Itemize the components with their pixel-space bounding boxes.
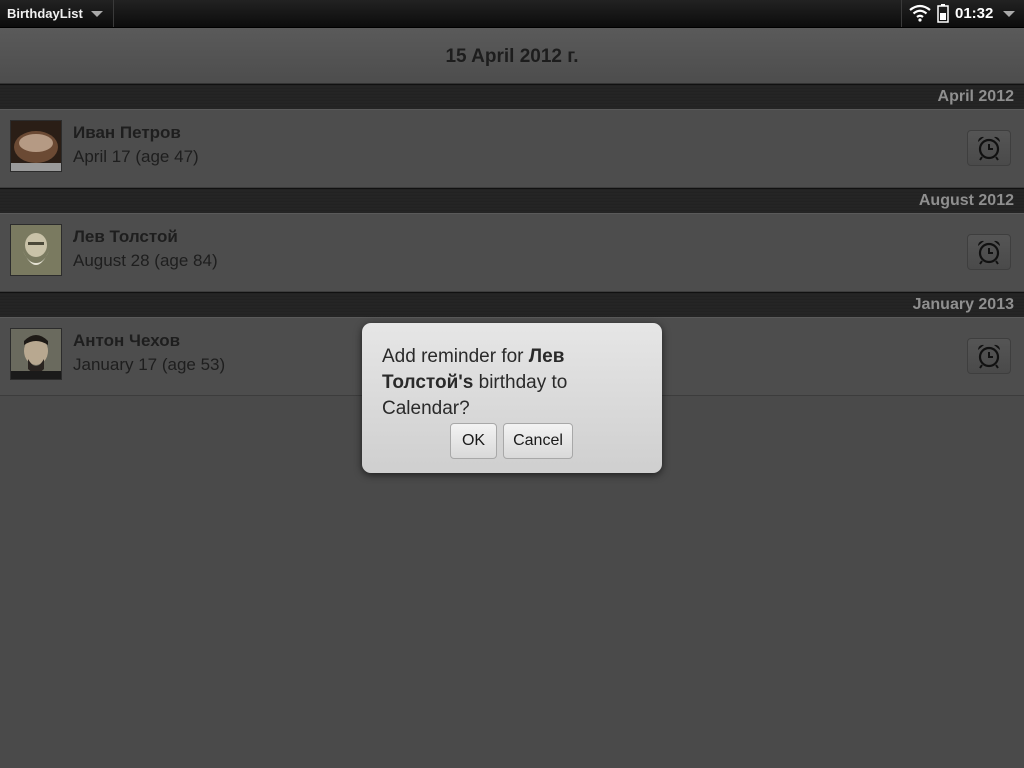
birthday-date: August 28 (age 84) bbox=[73, 251, 218, 270]
status-bar: BirthdayList 01:32 bbox=[0, 0, 1024, 28]
dialog-message-prefix: Add reminder for bbox=[382, 346, 529, 367]
alarm-clock-icon bbox=[977, 344, 1001, 369]
ok-button[interactable]: OK bbox=[450, 423, 497, 459]
clock: 01:32 bbox=[955, 5, 994, 22]
app-menu[interactable]: BirthdayList bbox=[0, 0, 114, 27]
section-divider: August 2012 bbox=[0, 188, 1024, 214]
add-reminder-button[interactable] bbox=[967, 130, 1011, 166]
battery-icon bbox=[937, 4, 949, 23]
list-item[interactable]: Иван Петров April 17 (age 47) bbox=[0, 110, 1024, 188]
chevron-down-icon bbox=[1003, 11, 1015, 17]
page-title: 15 April 2012 г. bbox=[0, 28, 1024, 84]
avatar bbox=[10, 328, 62, 380]
cancel-button[interactable]: Cancel bbox=[503, 423, 573, 459]
alarm-clock-icon bbox=[977, 240, 1001, 265]
dialog-message: Add reminder for Лев Толстой's birthday … bbox=[382, 344, 642, 422]
app-name: BirthdayList bbox=[7, 6, 83, 21]
section-label: August 2012 bbox=[918, 192, 1014, 209]
alarm-clock-icon bbox=[977, 136, 1001, 161]
avatar bbox=[10, 120, 62, 172]
system-menu[interactable]: 01:32 bbox=[901, 0, 1024, 27]
reminder-dialog: Add reminder for Лев Толстой's birthday … bbox=[362, 323, 662, 473]
section-divider: January 2013 bbox=[0, 292, 1024, 318]
avatar bbox=[10, 224, 62, 276]
contact-name: Иван Петров bbox=[73, 123, 181, 142]
add-reminder-button[interactable] bbox=[967, 234, 1011, 270]
contact-name: Лев Толстой bbox=[73, 227, 178, 246]
section-divider: April 2012 bbox=[0, 84, 1024, 110]
add-reminder-button[interactable] bbox=[967, 338, 1011, 374]
birthday-date: April 17 (age 47) bbox=[73, 147, 199, 166]
contact-name: Антон Чехов bbox=[73, 331, 181, 350]
wifi-icon bbox=[909, 4, 931, 22]
birthday-date: January 17 (age 53) bbox=[73, 355, 226, 374]
chevron-down-icon bbox=[91, 11, 103, 17]
list-item[interactable]: Лев Толстой August 28 (age 84) bbox=[0, 214, 1024, 292]
section-label: April 2012 bbox=[937, 88, 1014, 105]
section-label: January 2013 bbox=[912, 296, 1014, 313]
